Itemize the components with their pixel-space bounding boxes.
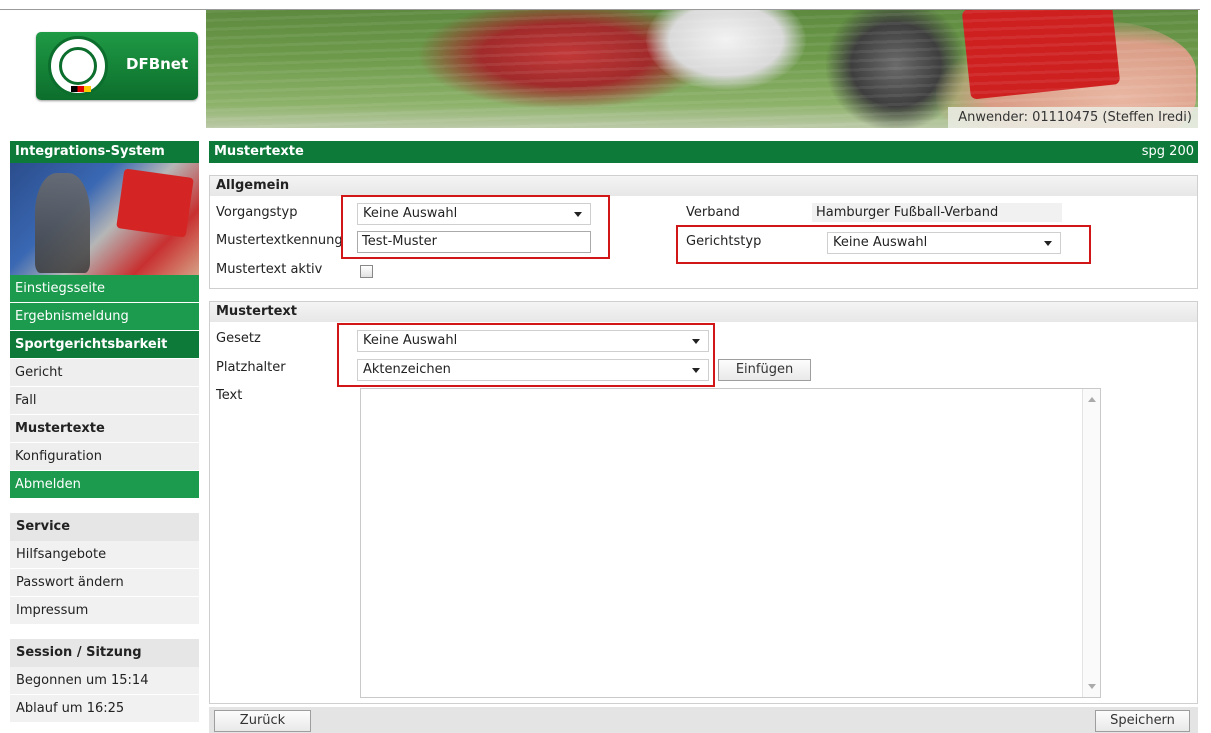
footer-action-bar: Zurück Speichern [209, 707, 1198, 733]
scroll-down-icon[interactable] [1088, 684, 1096, 689]
sidebar-item-fall[interactable]: Fall [10, 387, 199, 415]
page-title: Mustertexte [214, 144, 304, 159]
service-item-hilfsangebote[interactable]: Hilfsangebote [10, 541, 199, 569]
logo-area: DFBnet [14, 10, 206, 128]
aktiv-checkbox[interactable] [360, 265, 373, 278]
sidebar-item-gericht[interactable]: Gericht [10, 359, 199, 387]
header: DFBnet Anwender: 01110475 (Steffen Iredi… [14, 10, 1198, 128]
sidebar-item-einstiegsseite[interactable]: Einstiegsseite [10, 275, 199, 303]
service-item-passwort-aendern[interactable]: Passwort ändern [10, 569, 199, 597]
platzhalter-label: Platzhalter [216, 360, 286, 375]
logo-text: DFBnet [126, 55, 189, 73]
highlight-box-vorgangstyp [341, 195, 610, 259]
sidebar-title: Integrations-System [10, 141, 199, 163]
scroll-up-icon[interactable] [1088, 397, 1096, 402]
allgemein-title: Allgemein [210, 176, 1197, 196]
mustertext-title: Mustertext [210, 302, 1197, 322]
german-flag-icon [71, 86, 91, 92]
verband-label: Verband [686, 205, 740, 220]
textarea-scrollbar[interactable] [1082, 389, 1100, 697]
mustertext-panel: Mustertext Gesetz Keine Auswahl Platzhal… [209, 301, 1198, 704]
verband-value: Hamburger Fußball-Verband [812, 203, 1062, 222]
text-label: Text [216, 388, 243, 403]
allgemein-panel: Allgemein Vorgangstyp Keine Auswahl Must… [209, 175, 1198, 289]
sidebar-item-konfiguration[interactable]: Konfiguration [10, 443, 199, 471]
session-start: Begonnen um 15:14 [10, 667, 199, 695]
page-code: spg 200 [1141, 144, 1194, 159]
service-title: Service [10, 513, 199, 541]
sidebar-item-abmelden[interactable]: Abmelden [10, 471, 199, 499]
einfuegen-button[interactable]: Einfügen [718, 359, 811, 381]
sidebar-image [10, 163, 199, 275]
text-textarea[interactable] [360, 388, 1101, 698]
justitia-statue-image [35, 173, 90, 273]
session-title: Session / Sitzung [10, 639, 199, 667]
session-end: Ablauf um 16:25 [10, 695, 199, 723]
kennung-label: Mustertextkennung [216, 233, 343, 248]
sidebar-item-ergebnismeldung[interactable]: Ergebnismeldung [10, 303, 199, 331]
main-content: Mustertexte spg 200 Allgemein Vorgangsty… [209, 141, 1198, 733]
vorgangstyp-label: Vorgangstyp [216, 205, 298, 220]
gesetz-label: Gesetz [216, 331, 261, 346]
service-item-impressum[interactable]: Impressum [10, 597, 199, 625]
sidebar-item-mustertexte[interactable]: Mustertexte [10, 415, 199, 443]
back-button[interactable]: Zurück [214, 710, 311, 732]
sidebar: Integrations-System Einstiegsseite Ergeb… [10, 141, 199, 723]
user-info: Anwender: 01110475 (Steffen Iredi) [948, 107, 1198, 128]
highlight-box-gesetz-platzhalter [337, 323, 715, 387]
dfb-emblem-icon [48, 36, 108, 96]
header-banner-image: Anwender: 01110475 (Steffen Iredi) [206, 10, 1198, 128]
aktiv-label: Mustertext aktiv [216, 262, 323, 277]
sidebar-item-sportgerichtsbarkeit[interactable]: Sportgerichtsbarkeit [10, 331, 199, 359]
highlight-box-gerichtstyp [676, 225, 1091, 264]
dfbnet-logo[interactable]: DFBnet [36, 32, 198, 100]
page-title-bar: Mustertexte spg 200 [209, 141, 1198, 163]
save-button[interactable]: Speichern [1095, 710, 1190, 732]
